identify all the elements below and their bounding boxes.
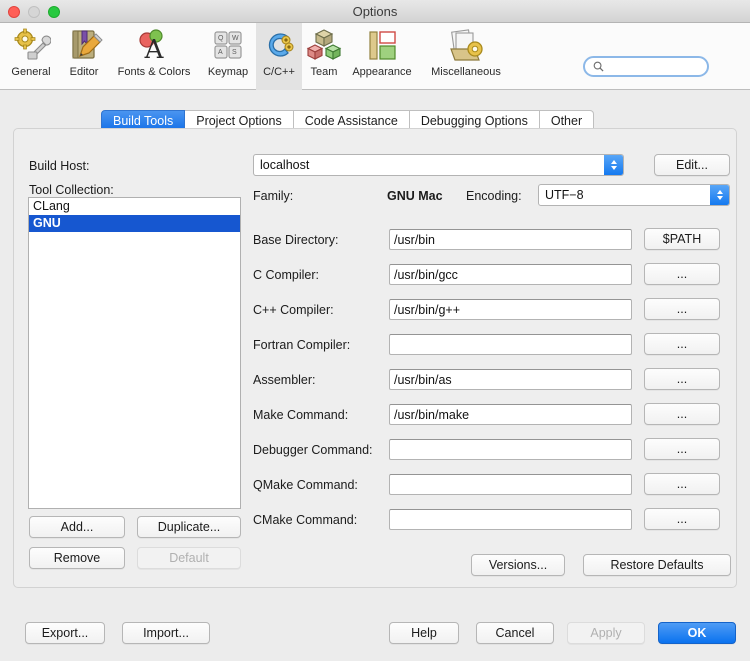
toolbar-item-appearance[interactable]: Appearance [346,23,418,90]
browse-button[interactable]: ... [644,263,720,285]
field-label: Debugger Command: [253,443,373,457]
edit-host-button[interactable]: Edit... [654,154,730,176]
tool-collection-list[interactable]: CLang GNU [28,197,241,509]
tool-collection-label: Tool Collection: [29,183,114,197]
build-tools-panel: Build Host: localhost Edit... Tool Colle… [13,128,737,588]
field-input[interactable] [389,509,632,530]
family-value: GNU Mac [387,189,443,203]
field-input[interactable] [389,334,632,355]
browse-button[interactable]: ... [644,403,720,425]
export-button[interactable]: Export... [25,622,105,644]
appearance-layout-icon [362,27,402,65]
list-item[interactable]: GNU [29,215,240,232]
svg-text:W: W [232,35,239,42]
field-label: C++ Compiler: [253,303,334,317]
browse-button[interactable]: ... [644,298,720,320]
toolbar-item-editor[interactable]: Editor [60,23,108,90]
window-title: Options [352,4,398,19]
field-input[interactable] [389,299,632,320]
add-button[interactable]: Add... [29,516,125,538]
ok-button[interactable]: OK [658,622,736,644]
path-button[interactable]: $PATH [644,228,720,250]
field-label: Make Command: [253,408,349,422]
keyboard-keys-icon: Q W A S [208,27,248,65]
family-label: Family: [253,189,294,203]
toolbar-item-c-c[interactable]: C/C++ [256,23,302,90]
svg-text:S: S [232,49,237,56]
list-item[interactable]: CLang [29,198,240,215]
window-title-bar: Options [0,0,750,23]
toolbar-item-team[interactable]: Team [302,23,346,90]
book-pencil-icon [64,27,104,65]
c-plus-plus-icon [259,27,299,65]
dialog-footer: Export... Import... Help Cancel Apply OK [0,600,750,661]
toolbar-item-label: Keymap [207,66,249,78]
field-input[interactable] [389,474,632,495]
search-icon [593,61,604,72]
toolbar-item-label: Fonts & Colors [117,66,191,78]
svg-text:Q: Q [218,35,224,42]
encoding-label: Encoding: [466,189,522,203]
toolbar-item-label: C/C++ [263,66,295,78]
build-host-label: Build Host: [29,159,90,173]
remove-button[interactable]: Remove [29,547,125,569]
gear-wrench-icon [11,27,51,65]
svg-text:A: A [144,35,165,65]
field-label: Fortran Compiler: [253,338,351,352]
restore-defaults-button[interactable]: Restore Defaults [583,554,731,576]
build-host-combo[interactable]: localhost [253,154,624,176]
toolbar-item-miscellaneous[interactable]: Miscellaneous [418,23,514,90]
import-button[interactable]: Import... [122,622,210,644]
field-input[interactable] [389,369,632,390]
field-label: CMake Command: [253,513,358,527]
field-label: C Compiler: [253,268,319,282]
svg-text:A: A [218,49,223,56]
chevron-updown-icon [604,155,623,175]
versions-button[interactable]: Versions... [471,554,565,576]
encoding-value: UTF−8 [545,188,584,202]
default-button[interactable]: Default [137,547,241,569]
field-input[interactable] [389,439,632,460]
help-button[interactable]: Help [389,622,459,644]
field-input[interactable] [389,264,632,285]
browse-button[interactable]: ... [644,368,720,390]
field-input[interactable] [389,404,632,425]
font-palette-icon: A [134,27,174,65]
field-input[interactable] [389,229,632,250]
search-input[interactable] [608,59,703,74]
duplicate-button[interactable]: Duplicate... [137,516,241,538]
toolbar-item-label: Appearance [352,66,412,78]
apply-button[interactable]: Apply [567,622,645,644]
cancel-button[interactable]: Cancel [476,622,554,644]
browse-button[interactable]: ... [644,508,720,530]
field-label: Base Directory: [253,233,339,247]
search-field[interactable] [583,56,709,77]
toolbar-item-label: Team [310,66,338,78]
toolbar-item-label: General [11,66,51,78]
browse-button[interactable]: ... [644,438,720,460]
toolbar-item-label: Editor [69,66,99,78]
encoding-combo[interactable]: UTF−8 [538,184,730,206]
browse-button[interactable]: ... [644,333,720,355]
misc-papers-gear-icon [446,27,486,65]
build-host-value: localhost [260,158,310,172]
toolbar-item-label: Miscellaneous [431,66,501,78]
chevron-updown-icon [710,185,729,205]
toolbar-item-keymap[interactable]: Q W A S Keymap [200,23,256,90]
toolbar-item-fonts-colors[interactable]: A Fonts & Colors [108,23,200,90]
preferences-toolbar: General Editor A Fonts & Colors Q W A S Keymap C/… [0,23,750,90]
field-label: QMake Command: [253,478,358,492]
field-label: Assembler: [253,373,316,387]
browse-button[interactable]: ... [644,473,720,495]
toolbar-item-general[interactable]: General [2,23,60,90]
team-cubes-icon [304,27,344,65]
